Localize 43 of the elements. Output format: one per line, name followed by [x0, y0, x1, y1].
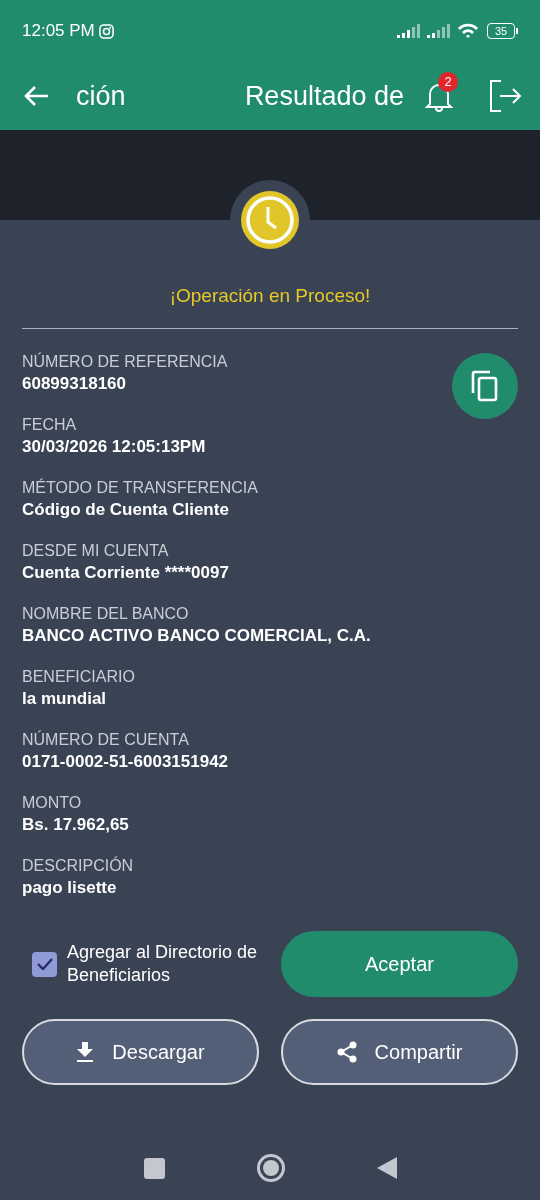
signal-icon	[427, 24, 451, 38]
share-button[interactable]: Compartir	[281, 1019, 518, 1085]
field-value: 60899318160	[22, 373, 126, 395]
status-message: ¡Operación en Proceso!	[168, 284, 372, 308]
copy-icon	[471, 370, 499, 402]
clock-icon	[241, 191, 299, 249]
field-value: 0171-0002-51-6003151942	[22, 751, 229, 773]
field-label: BENEFICIARIO	[22, 667, 135, 687]
download-icon	[76, 1042, 95, 1062]
home-icon[interactable]	[256, 1154, 285, 1182]
back-arrow-icon[interactable]	[24, 85, 50, 107]
logout-icon[interactable]	[488, 79, 522, 113]
field-value: Código de Cuenta Cliente	[22, 499, 229, 521]
recent-apps-icon[interactable]	[143, 1157, 165, 1179]
field-value: BANCO ACTIVO BANCO COMERCIAL, C.A.	[22, 625, 371, 647]
field-label: NÚMERO DE CUENTA	[22, 729, 189, 750]
status-time: 12:05 PM	[22, 20, 95, 43]
field-label: MÉTODO DE TRANSFERENCIA	[22, 477, 258, 498]
notification-badge: 2	[438, 72, 458, 92]
wifi-icon	[457, 23, 479, 39]
check-icon	[36, 958, 53, 970]
accept-button[interactable]: Aceptar	[281, 931, 518, 997]
battery-icon: 35	[487, 23, 518, 39]
back-icon[interactable]	[376, 1157, 397, 1179]
share-icon	[336, 1041, 357, 1063]
field-value: la mundial	[22, 688, 107, 710]
field-label: FECHA	[22, 415, 77, 435]
header-title: Resultado de	[244, 79, 404, 113]
checkbox-label: Agregar al Directorio de Beneficiarios	[67, 941, 259, 987]
signal-icon	[397, 24, 421, 38]
field-value: Bs. 17.962,65	[22, 814, 129, 836]
field-label: DESCRIPCIÓN	[22, 855, 134, 876]
field-label: NOMBRE DEL BANCO	[22, 604, 189, 624]
header-title: ción	[76, 79, 126, 113]
download-button[interactable]: Descargar	[22, 1019, 259, 1085]
instagram-icon	[98, 23, 114, 39]
field-label: MONTO	[22, 793, 82, 813]
field-label: NÚMERO DE REFERENCIA	[22, 351, 228, 372]
field-value: 30/03/2026 12:05:13PM	[22, 436, 206, 458]
checkbox[interactable]	[32, 951, 57, 977]
field-label: DESDE MI CUENTA	[22, 541, 169, 561]
field-value: Cuenta Corriente ****0097	[22, 562, 229, 584]
field-value: pago lisette	[22, 877, 117, 899]
